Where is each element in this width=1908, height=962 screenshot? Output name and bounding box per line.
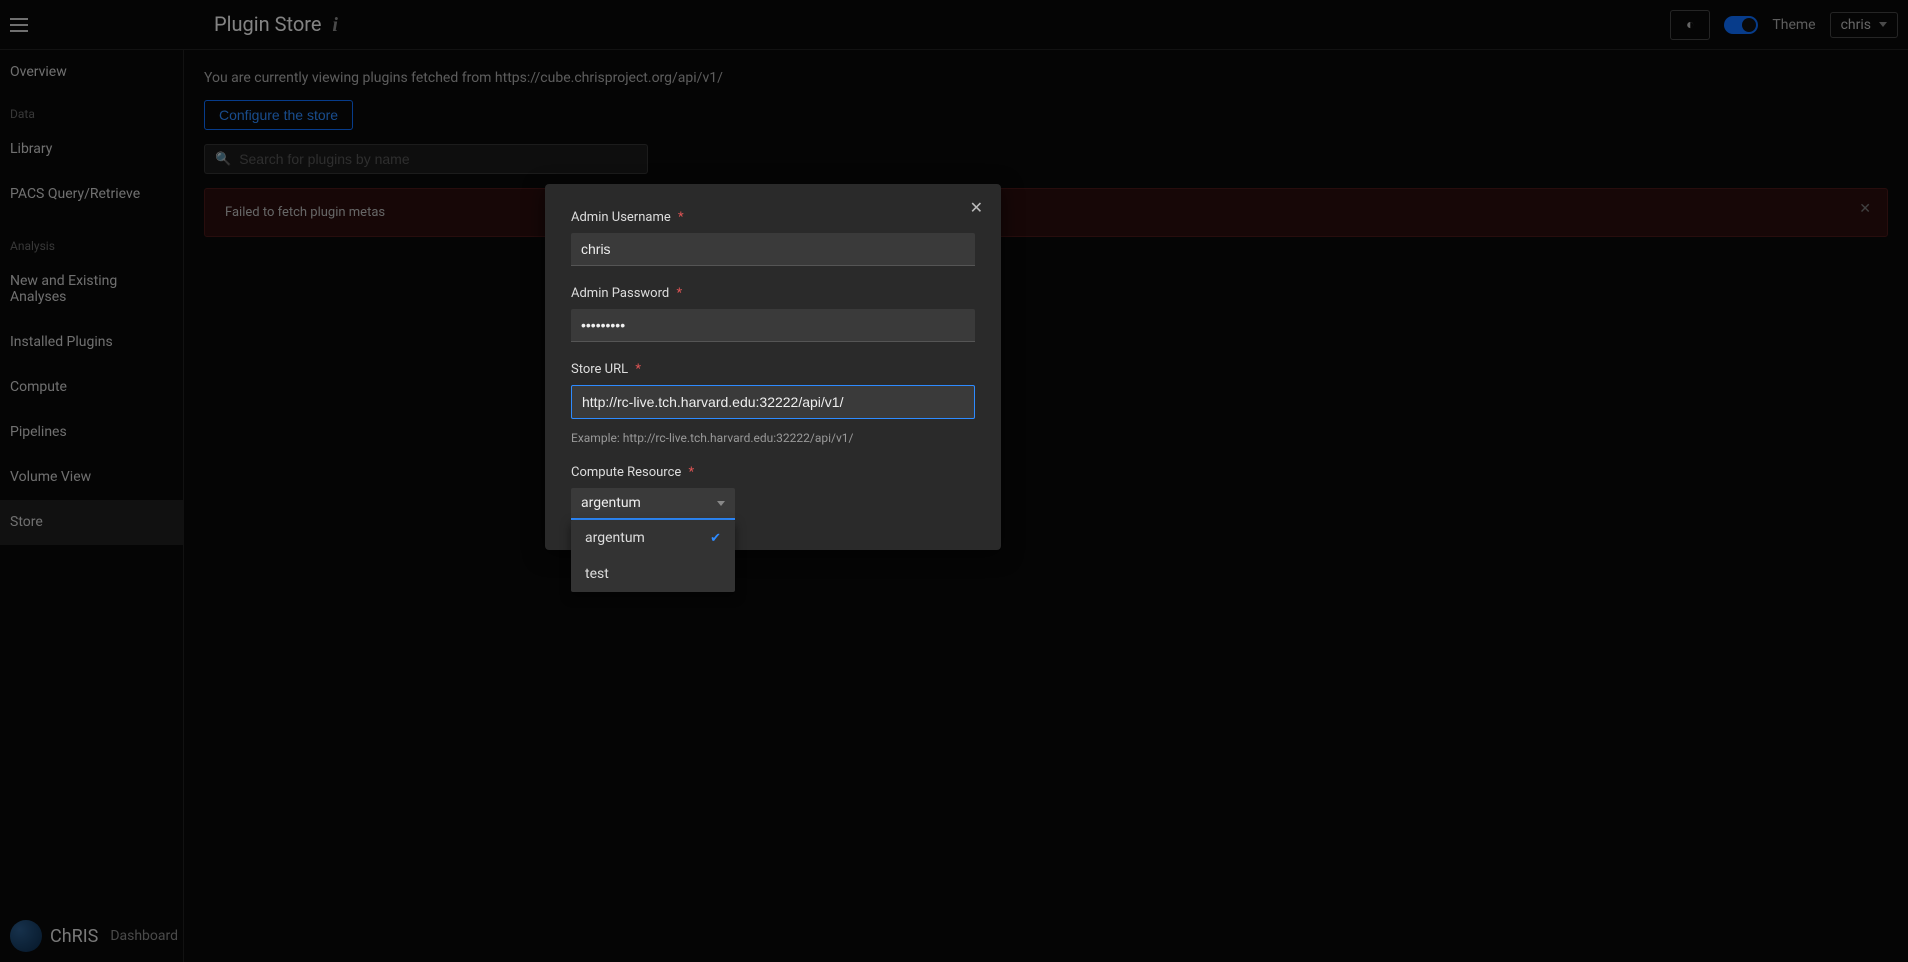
option-label: test [585, 566, 609, 582]
storeurl-input[interactable] [571, 385, 975, 419]
form-group-password: Admin Password * [571, 286, 975, 342]
dropdown-option-test[interactable]: test [571, 556, 735, 592]
form-group-storeurl: Store URL * [571, 362, 975, 419]
storeurl-label: Store URL * [571, 362, 975, 377]
caret-down-icon [717, 501, 725, 506]
label-text: Admin Password [571, 286, 669, 301]
required-icon: * [689, 465, 695, 480]
label-text: Compute Resource [571, 465, 681, 480]
close-icon[interactable]: ✕ [970, 198, 983, 217]
check-icon: ✔ [710, 531, 721, 546]
configure-store-modal: ✕ Admin Username * Admin Password * Stor… [545, 184, 1001, 550]
password-input[interactable] [571, 309, 975, 342]
required-icon: * [635, 362, 641, 377]
required-icon: * [676, 286, 682, 301]
form-group-compute: Compute Resource * argentum argentum ✔ t… [571, 465, 975, 520]
label-text: Admin Username [571, 210, 671, 225]
required-icon: * [678, 210, 684, 225]
username-label: Admin Username * [571, 210, 975, 225]
username-input[interactable] [571, 233, 975, 266]
form-group-username: Admin Username * [571, 210, 975, 266]
password-label: Admin Password * [571, 286, 975, 301]
select-value: argentum [581, 495, 641, 511]
dropdown-option-argentum[interactable]: argentum ✔ [571, 520, 735, 556]
option-label: argentum [585, 530, 645, 546]
compute-select[interactable]: argentum [571, 488, 735, 520]
storeurl-helper: Example: http://rc-live.tch.harvard.edu:… [571, 431, 975, 445]
compute-label: Compute Resource * [571, 465, 975, 480]
compute-dropdown: argentum ✔ test [571, 520, 735, 592]
label-text: Store URL [571, 362, 628, 377]
